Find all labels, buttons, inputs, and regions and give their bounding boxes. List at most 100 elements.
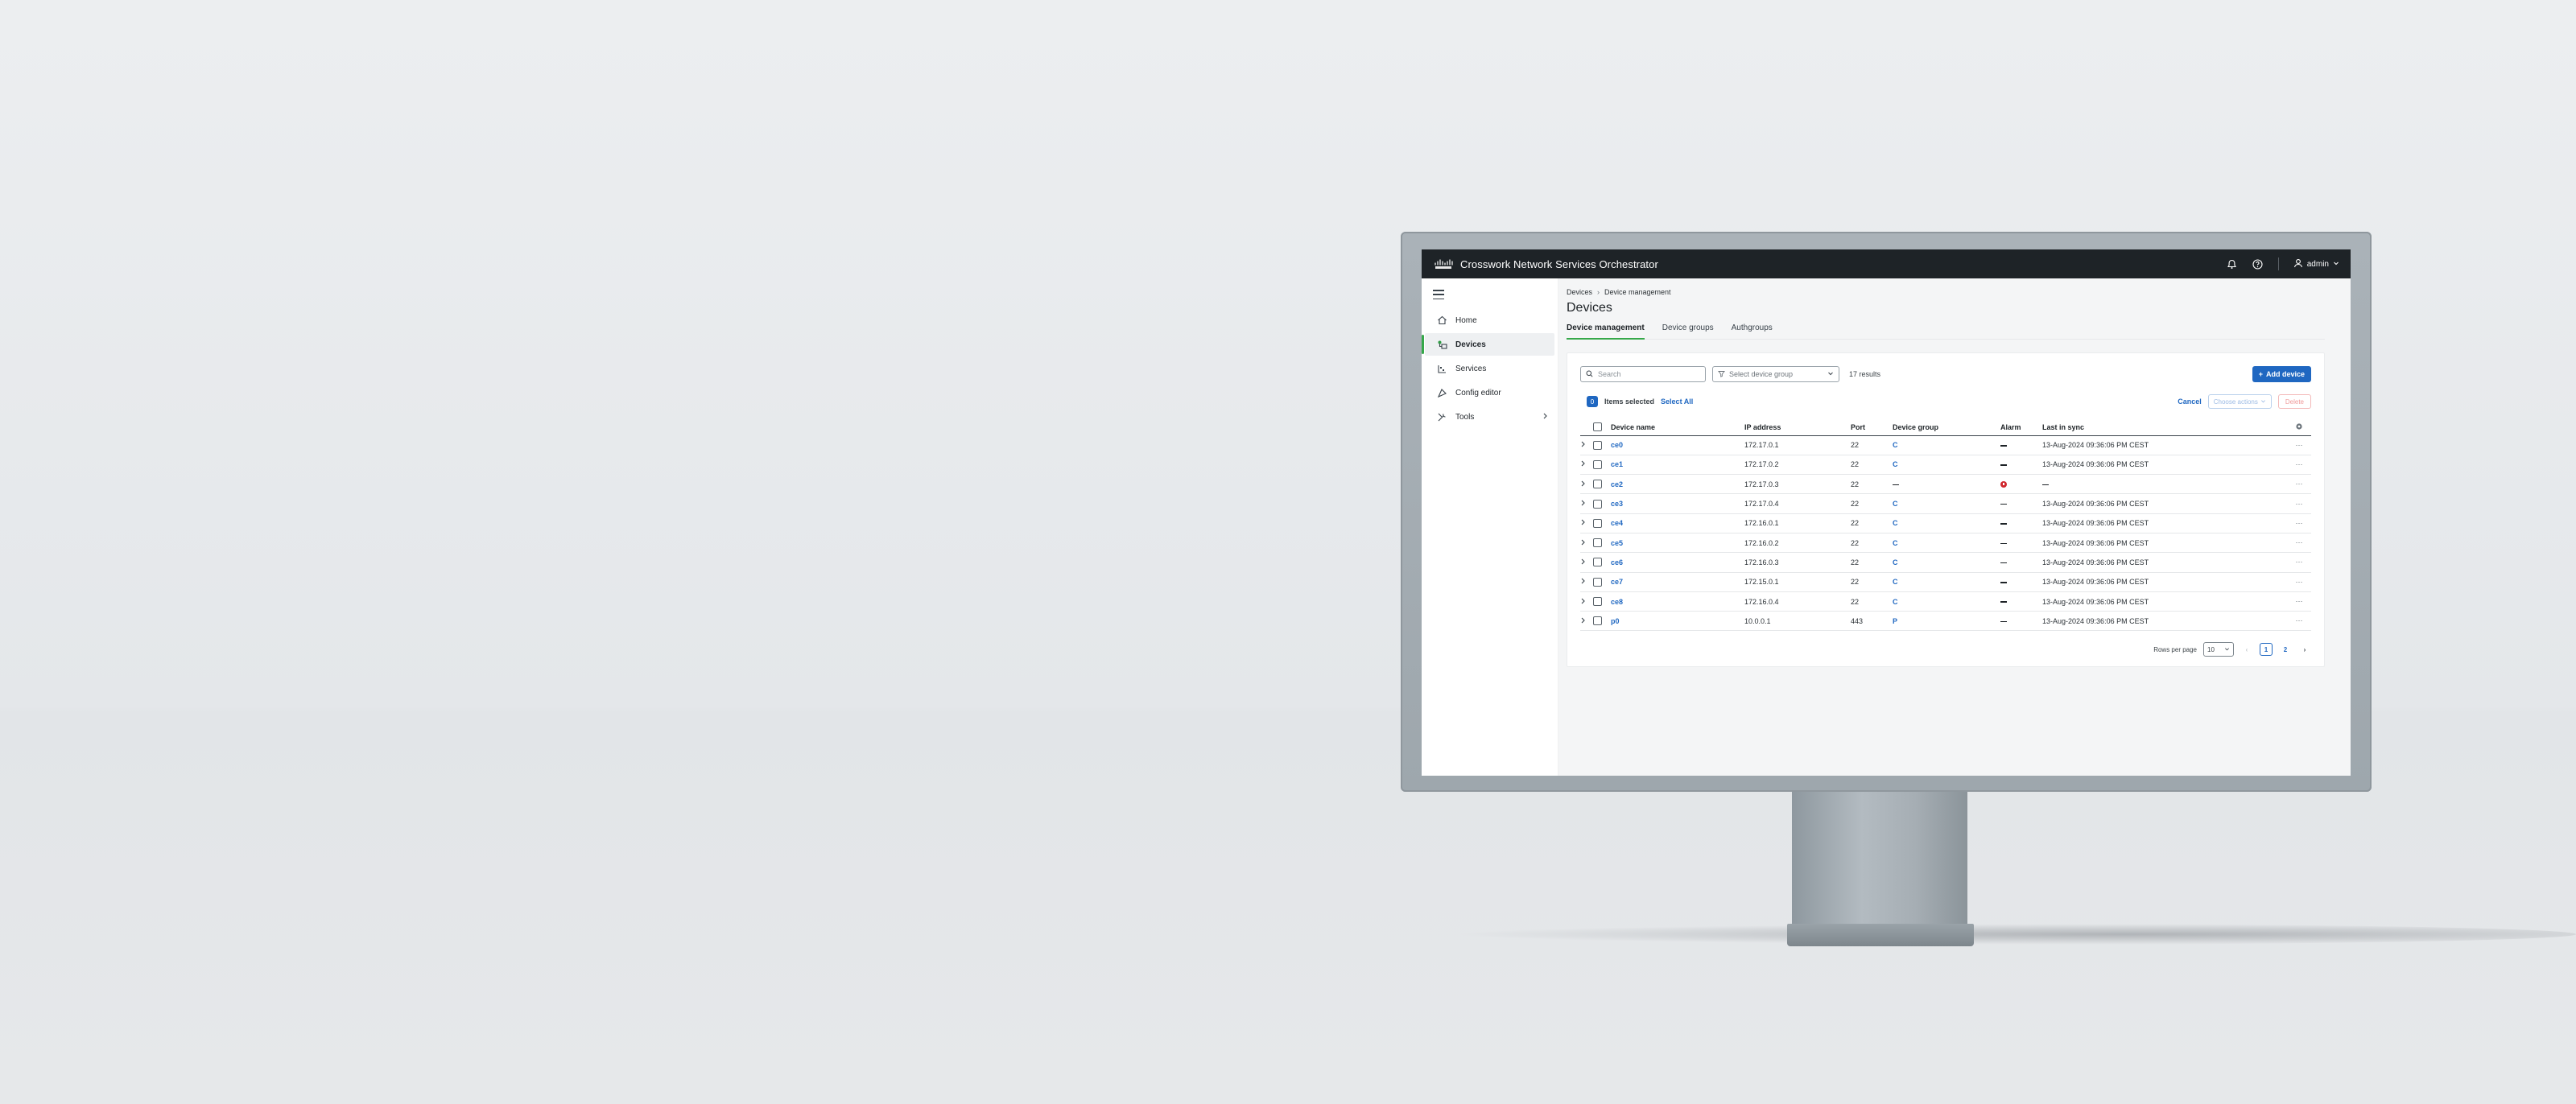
row-actions-cell: ⋯ (2287, 591, 2311, 612)
breadcrumb-devices[interactable]: Devices (1567, 288, 1592, 296)
selection-bar: 0 Items selected Select All Cancel Choos… (1580, 393, 2311, 410)
device-name-link[interactable]: ce4 (1611, 519, 1623, 527)
more-actions-icon[interactable]: ⋯ (2296, 500, 2303, 508)
tab-device-management[interactable]: Device management (1567, 323, 1645, 340)
device-group-link[interactable]: C (1893, 441, 1898, 449)
row-checkbox[interactable] (1593, 616, 1602, 626)
device-group-link[interactable]: C (1893, 558, 1898, 566)
alarm-none-indicator (2000, 562, 2007, 564)
chevron-right-icon[interactable] (1580, 598, 1586, 606)
table-row[interactable]: ce7 172.15.0.1 22 C 13-Aug-2024 09:36:06… (1580, 572, 2311, 592)
device-group-link[interactable]: P (1893, 617, 1897, 625)
device-group-link[interactable]: C (1893, 519, 1898, 527)
chevron-right-icon[interactable] (1580, 500, 1586, 508)
sidebar-item-config-editor[interactable]: Config editor (1425, 381, 1554, 404)
row-checkbox[interactable] (1593, 558, 1602, 567)
column-header[interactable]: Port (1851, 419, 1893, 436)
table-row[interactable]: ce1 172.17.0.2 22 C 13-Aug-2024 09:36:06… (1580, 455, 2311, 476)
table-row[interactable]: ce6 172.16.0.3 22 C 13-Aug-2024 09:36:06… (1580, 552, 2311, 573)
alarm-cell (2000, 572, 2042, 592)
select-all-checkbox[interactable] (1593, 422, 1602, 432)
device-name-link[interactable]: ce2 (1611, 480, 1623, 488)
table-row[interactable]: ce2 172.17.0.3 22 ⋯ (1580, 474, 2311, 495)
more-actions-icon[interactable]: ⋯ (2296, 597, 2303, 605)
sidebar-item-devices[interactable]: Devices (1422, 333, 1554, 356)
device-group-link[interactable]: C (1893, 578, 1898, 586)
device-group-link[interactable]: C (1893, 539, 1898, 547)
notifications-bell-icon[interactable] (2227, 258, 2238, 270)
device-name-link[interactable]: ce0 (1611, 441, 1623, 449)
device-group-link[interactable]: C (1893, 460, 1898, 468)
column-header[interactable]: Device name (1611, 419, 1744, 436)
column-header[interactable]: Last in sync (2042, 419, 2287, 436)
more-actions-icon[interactable]: ⋯ (2296, 558, 2303, 566)
next-page-icon[interactable]: › (2298, 643, 2311, 656)
table-row[interactable]: ce8 172.16.0.4 22 C 13-Aug-2024 09:36:06… (1580, 591, 2311, 612)
more-actions-icon[interactable]: ⋯ (2296, 480, 2303, 488)
more-actions-icon[interactable]: ⋯ (2296, 460, 2303, 468)
page-button[interactable]: 1 (2260, 643, 2273, 657)
row-checkbox[interactable] (1593, 499, 1602, 509)
search-input[interactable]: Search (1580, 366, 1706, 382)
sidebar-item-services[interactable]: Services (1425, 357, 1554, 380)
device-name-cell: ce2 (1611, 474, 1744, 495)
device-name-link[interactable]: ce5 (1611, 539, 1623, 547)
row-checkbox[interactable] (1593, 538, 1602, 548)
last-sync: 13-Aug-2024 09:36:06 PM CEST (2042, 500, 2149, 509)
rows-per-page-select[interactable]: 10 (2203, 642, 2234, 657)
more-actions-icon[interactable]: ⋯ (2296, 578, 2303, 586)
chevron-right-icon[interactable] (1580, 480, 1586, 488)
row-checkbox[interactable] (1593, 440, 1602, 450)
device-name-link[interactable]: ce6 (1611, 558, 1623, 566)
device-name-link[interactable]: ce7 (1611, 578, 1623, 586)
choose-actions-select[interactable]: Choose actions (2207, 394, 2272, 409)
settings-gear-icon[interactable] (2295, 423, 2303, 432)
page-button[interactable]: 2 (2279, 643, 2292, 656)
chevron-right-icon[interactable] (1580, 519, 1586, 527)
more-actions-icon[interactable]: ⋯ (2296, 538, 2303, 546)
row-checkbox[interactable] (1593, 480, 1602, 489)
chevron-right-icon[interactable] (1580, 539, 1586, 547)
user-menu[interactable]: admin (2293, 258, 2339, 270)
device-group-select[interactable]: Select device group (1712, 366, 1839, 382)
select-all-link[interactable]: Select All (1661, 398, 1693, 406)
more-actions-icon[interactable]: ⋯ (2296, 441, 2303, 449)
sidebar-item-tools[interactable]: Tools (1425, 406, 1554, 428)
row-checkbox[interactable] (1593, 518, 1602, 528)
chevron-right-icon[interactable] (1580, 578, 1586, 586)
device-name-link[interactable]: ce1 (1611, 460, 1623, 468)
row-checkbox[interactable] (1593, 460, 1602, 469)
cancel-link[interactable]: Cancel (2178, 398, 2202, 406)
chevron-right-icon[interactable] (1580, 558, 1586, 566)
table-row[interactable]: ce0 172.17.0.1 22 C 13-Aug-2024 09:36:06… (1580, 435, 2311, 455)
device-name-link[interactable]: p0 (1611, 617, 1620, 625)
devices-card: Search Select device group 17 results + (1567, 352, 2325, 668)
device-group-link[interactable]: C (1893, 598, 1898, 606)
hamburger-menu-icon[interactable] (1433, 290, 1444, 299)
add-device-button[interactable]: + Add device (2252, 366, 2311, 382)
row-checkbox[interactable] (1593, 597, 1602, 607)
row-checkbox[interactable] (1593, 577, 1602, 587)
table-row[interactable]: ce3 172.17.0.4 22 C 13-Aug-2024 09:36:06… (1580, 493, 2311, 514)
column-header[interactable]: Device group (1893, 419, 2000, 436)
chevron-right-icon[interactable] (1580, 460, 1586, 468)
device-name-link[interactable]: ce3 (1611, 500, 1623, 508)
table-row[interactable]: ce4 172.16.0.1 22 C 13-Aug-2024 09:36:06… (1580, 513, 2311, 533)
device-group-link[interactable]: C (1893, 500, 1898, 508)
previous-page-icon[interactable]: ‹ (2240, 643, 2253, 656)
help-icon[interactable] (2252, 258, 2264, 270)
chevron-right-icon[interactable] (1580, 617, 1586, 625)
sidebar-item-home[interactable]: Home (1425, 309, 1554, 332)
device-name-link[interactable]: ce8 (1611, 598, 1623, 606)
table-row[interactable]: p0 10.0.0.1 443 P 13-Aug-2024 09:36:06 P… (1580, 611, 2311, 632)
table-row[interactable]: ce5 172.16.0.2 22 C 13-Aug-2024 09:36:06… (1580, 533, 2311, 554)
column-header[interactable]: Alarm (2000, 419, 2042, 436)
checkbox-cell (1593, 533, 1611, 554)
tab-authgroups[interactable]: Authgroups (1732, 323, 1773, 339)
delete-button[interactable]: Delete (2277, 394, 2311, 409)
tab-device-groups[interactable]: Device groups (1662, 323, 1714, 339)
chevron-right-icon[interactable] (1580, 441, 1586, 449)
column-header[interactable]: IP address (1744, 419, 1851, 436)
more-actions-icon[interactable]: ⋯ (2296, 519, 2303, 527)
more-actions-icon[interactable]: ⋯ (2296, 616, 2303, 624)
